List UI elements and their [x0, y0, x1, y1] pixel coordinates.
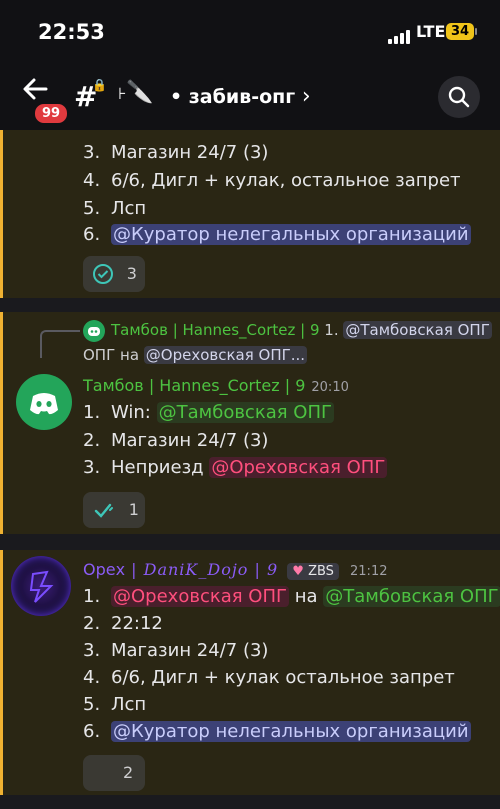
avatar[interactable] — [16, 374, 72, 430]
list-item: 2. Магазин 24/7 (3) — [83, 430, 269, 451]
message-1: 3. Магазин 24/7 (3) 4. 6/6, Дигл + кулак, … — [0, 130, 500, 298]
role-mention[interactable]: @Куратор нелегальных организаций — [111, 224, 471, 245]
role-mention[interactable]: @Ореховская ОПГ — [209, 457, 388, 478]
reply-preview-cont: @Тамбовская ОПГ ОПГ на @Ореховская ОПГ..… — [83, 346, 308, 364]
reply-connector — [40, 330, 80, 358]
list-item: 1. @Ореховская ОПГ на @Тамбовская ОПГ — [83, 586, 500, 607]
list-item: 5. Лсп — [83, 198, 147, 219]
unread-badge: 99 — [33, 102, 70, 125]
battery-icon: 34 — [446, 23, 474, 40]
list-item: 3. Магазин 24/7 (3) — [83, 142, 269, 163]
message-separator — [0, 534, 500, 550]
channel-title[interactable]: • забив-опг › — [170, 84, 311, 109]
message-author[interactable]: Тамбов | Hannes_Cortez | 9 20:10 — [83, 376, 349, 395]
search-button[interactable] — [438, 76, 480, 118]
role-mention[interactable]: @Куратор нелегальных организаций — [111, 721, 471, 742]
reaction-chip[interactable]: 2 — [83, 755, 145, 791]
list-item: 6. @Куратор нелегальных организаций — [83, 721, 471, 742]
check-icon — [93, 499, 121, 520]
reaction-chip[interactable]: 1 — [83, 492, 145, 528]
list-item: 5. Лсп — [83, 694, 147, 715]
list-item: 4. 6/6, Дигл + кулак, остальное запрет — [83, 170, 461, 191]
list-item: 3. Магазин 24/7 (3) — [83, 640, 269, 661]
role-tag: ♥ ZBS — [287, 563, 339, 580]
check-icon — [93, 263, 119, 284]
list-item: 6. @Куратор нелегальных организаций — [83, 224, 471, 245]
message-author[interactable]: Орех | DaniK_Dojo | 9 ♥ ZBS 21:12 — [83, 560, 387, 580]
role-mention[interactable]: @Тамбовская ОПГ — [323, 586, 500, 607]
message-separator — [0, 298, 500, 312]
search-icon — [448, 86, 470, 108]
discord-icon — [30, 393, 58, 415]
avatar[interactable] — [11, 556, 71, 616]
message-timestamp: 20:10 — [311, 380, 349, 395]
list-item: 1. Win: @Тамбовская ОПГ — [83, 402, 334, 423]
reply-preview[interactable]: Тамбов | Hannes_Cortez | 9 1. @Тамбовска… — [111, 321, 492, 339]
role-mention[interactable]: @Тамбовская ОПГ — [156, 402, 334, 423]
network-label: LTE — [416, 22, 446, 41]
reaction-chip[interactable]: 3 — [83, 256, 145, 292]
status-time: 22:53 — [38, 20, 105, 44]
status-bar: 22:53 LTE 34 — [0, 0, 500, 62]
channel-header: 99 # 🔒 ⊦🔪 • забив-опг › — [0, 62, 500, 130]
role-mention[interactable]: @Ореховская ОПГ — [111, 586, 289, 607]
reply-avatar — [83, 320, 105, 342]
list-item: 3. Неприезд @Ореховская ОПГ — [83, 457, 388, 478]
battery-tip — [475, 28, 477, 35]
list-item: 4. 6/6, Дигл + кулак остальное запрет — [83, 667, 455, 688]
signal-icon — [388, 25, 412, 44]
channel-emoji: ⊦🔪 — [118, 80, 154, 105]
list-item: 2. 22:12 — [83, 613, 163, 634]
lock-icon: 🔒 — [92, 78, 107, 92]
message-timestamp: 21:12 — [350, 564, 388, 579]
message-2: Тамбов | Hannes_Cortez | 9 1. @Тамбовска… — [0, 312, 500, 534]
message-3: Орех | DaniK_Dojo | 9 ♥ ZBS 21:12 1. @Оре… — [0, 550, 500, 795]
